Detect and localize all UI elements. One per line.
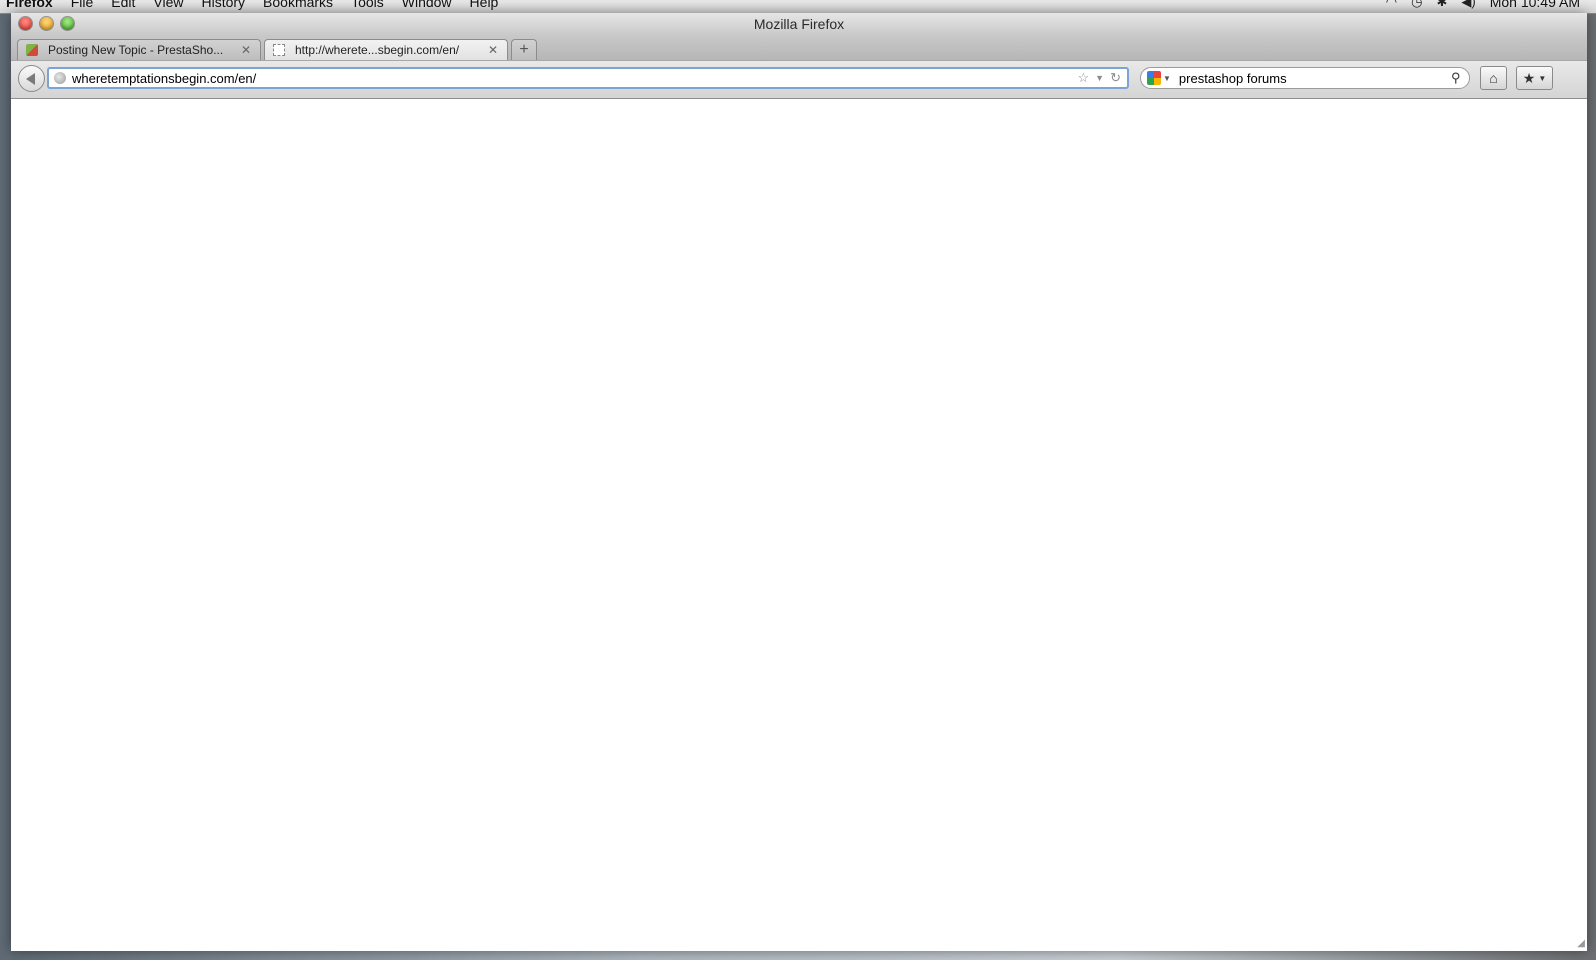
menu-help[interactable]: Help	[461, 0, 508, 13]
menu-window[interactable]: Window	[393, 0, 461, 13]
plus-icon: +	[519, 41, 529, 58]
menu-firefox[interactable]: Firefox	[0, 0, 62, 13]
close-window-button[interactable]	[19, 17, 32, 30]
search-icon[interactable]: ⚲	[1451, 70, 1469, 86]
bookmark-star-icon[interactable]: ☆	[1078, 70, 1090, 86]
back-arrow-icon	[25, 72, 35, 85]
menu-file[interactable]: File	[62, 0, 103, 13]
menubar-clock[interactable]: Mon 10:49 AM	[1490, 0, 1580, 10]
tab-wheretemptations[interactable]: http://wherete...sbegin.com/en/ ✕	[264, 39, 508, 60]
menu-view[interactable]: View	[144, 0, 192, 13]
bluetooth-icon[interactable]: ✱	[1436, 0, 1447, 10]
menu-bookmarks[interactable]: Bookmarks	[254, 0, 342, 13]
history-dropdown-icon[interactable]: ▼	[1095, 73, 1104, 83]
wifi-icon[interactable]: ◠	[1386, 0, 1397, 10]
window-title: Mozilla Firefox	[753, 16, 845, 32]
prestashop-favicon-icon	[26, 44, 38, 56]
bookmarks-menu-button[interactable]: ★ ▼	[1516, 66, 1553, 90]
menu-edit[interactable]: Edit	[102, 0, 144, 13]
tab-posting-new-topic[interactable]: Posting New Topic - PrestaSho... ✕	[17, 39, 261, 60]
home-icon: ⌂	[1489, 70, 1498, 86]
resize-grip-icon[interactable]: ◢	[1577, 938, 1585, 949]
window-controls	[19, 17, 74, 30]
reload-icon[interactable]: ↻	[1110, 70, 1121, 86]
google-icon[interactable]	[1147, 71, 1161, 85]
url-input[interactable]	[72, 70, 1078, 86]
new-tab-button[interactable]: +	[511, 39, 537, 60]
back-button[interactable]	[18, 65, 45, 92]
status-area: ◠ ◷ ✱ ◀) Mon 10:49 AM	[1386, 0, 1580, 13]
minimize-window-button[interactable]	[40, 17, 53, 30]
address-bar[interactable]: ☆ ▼ ↻	[47, 67, 1129, 89]
blank-page-icon	[273, 44, 285, 56]
menu-tools[interactable]: Tools	[342, 0, 393, 13]
home-button[interactable]: ⌂	[1480, 66, 1507, 90]
page-content-area[interactable]: ◢	[11, 99, 1587, 951]
search-bar[interactable]: ▼ ⚲	[1140, 67, 1470, 89]
tab-strip: Posting New Topic - PrestaSho... ✕ http:…	[11, 36, 1587, 60]
close-tab-icon[interactable]: ✕	[240, 43, 252, 57]
url-bar-icons: ☆ ▼ ↻	[1078, 70, 1127, 86]
tab-title: http://wherete...sbegin.com/en/	[295, 43, 460, 57]
chevron-down-icon: ▼	[1538, 73, 1547, 83]
navigation-toolbar: ☆ ▼ ↻ ▼ ⚲ ⌂ ★ ▼	[11, 60, 1587, 99]
close-tab-icon[interactable]: ✕	[487, 43, 499, 57]
browser-window: Mozilla Firefox Posting New Topic - Pres…	[11, 13, 1587, 951]
menu-history[interactable]: History	[192, 0, 254, 13]
tab-title: Posting New Topic - PrestaSho...	[48, 43, 224, 57]
mac-menubar: Firefox File Edit View History Bookmarks…	[0, 0, 1596, 14]
time-machine-icon[interactable]: ◷	[1411, 0, 1422, 10]
engine-dropdown-icon[interactable]: ▼	[1163, 74, 1171, 83]
search-input[interactable]	[1178, 70, 1451, 86]
volume-icon[interactable]: ◀)	[1461, 0, 1475, 10]
bookmarks-icon: ★	[1522, 69, 1536, 86]
site-identity-icon[interactable]	[54, 72, 66, 84]
zoom-window-button[interactable]	[61, 17, 74, 30]
window-titlebar[interactable]: Mozilla Firefox	[11, 13, 1587, 36]
